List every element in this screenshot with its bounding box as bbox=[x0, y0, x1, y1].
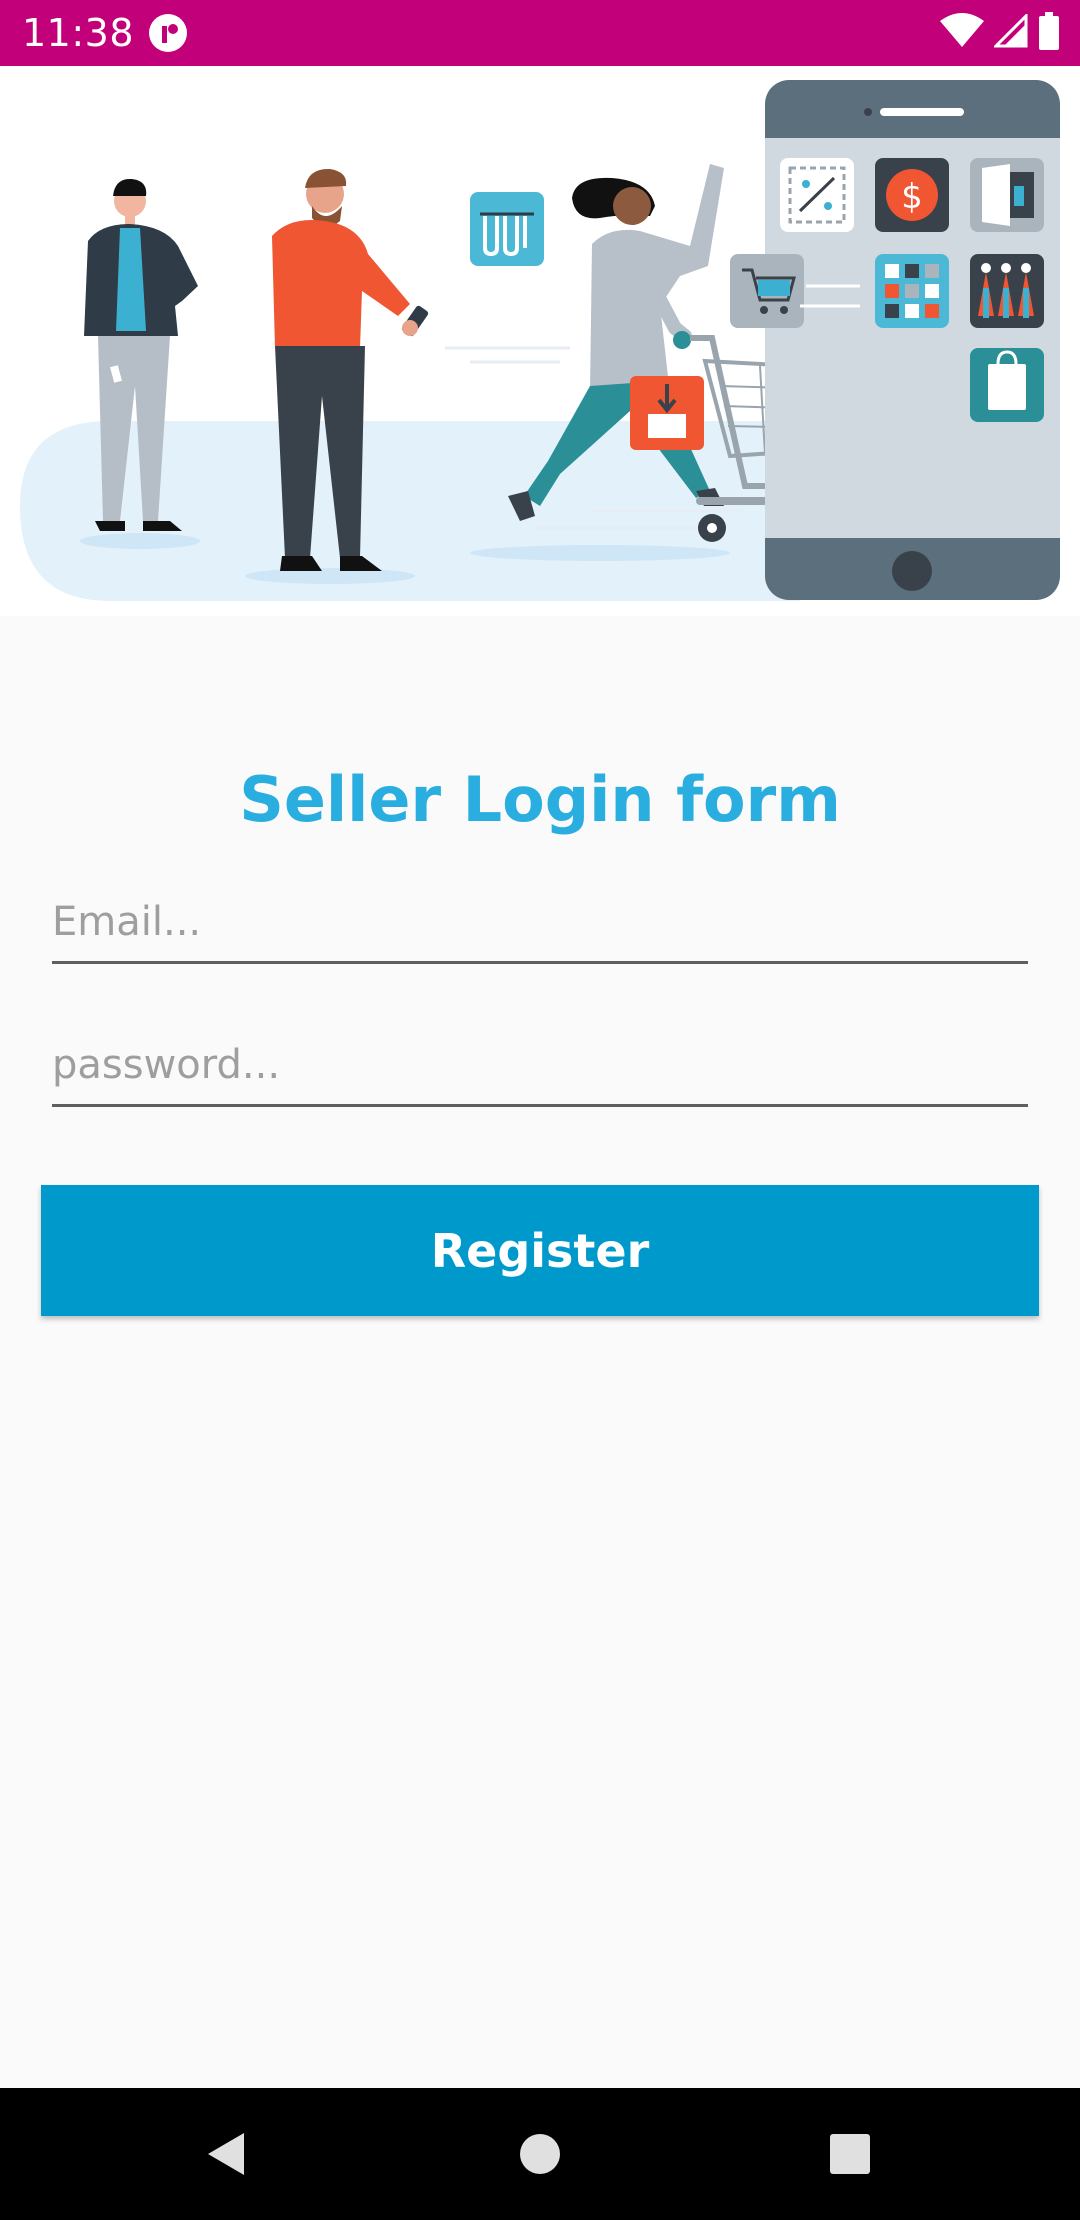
home-icon[interactable] bbox=[510, 2124, 570, 2184]
navigation-bar bbox=[0, 2088, 1080, 2220]
battery-icon bbox=[1038, 12, 1060, 54]
hero-illustration: $ bbox=[0, 66, 1080, 616]
cellular-signal-icon bbox=[992, 12, 1028, 52]
register-button[interactable]: Register bbox=[41, 1185, 1039, 1316]
wifi-icon bbox=[940, 13, 984, 53]
app-notification-icon bbox=[148, 13, 188, 53]
status-time: 11:38 bbox=[22, 11, 135, 55]
smartphone-illustration: $ bbox=[730, 80, 1060, 600]
form-title: Seller Login form bbox=[239, 763, 841, 836]
back-icon[interactable] bbox=[196, 2124, 256, 2184]
svg-text:$: $ bbox=[901, 177, 923, 217]
status-icons bbox=[940, 12, 1060, 54]
status-bar: 11:38 bbox=[0, 0, 1080, 66]
recents-icon[interactable] bbox=[820, 2124, 880, 2184]
online-shopping-illustration: $ bbox=[20, 80, 1060, 601]
password-input[interactable] bbox=[52, 1025, 1028, 1107]
email-input[interactable] bbox=[52, 882, 1028, 964]
